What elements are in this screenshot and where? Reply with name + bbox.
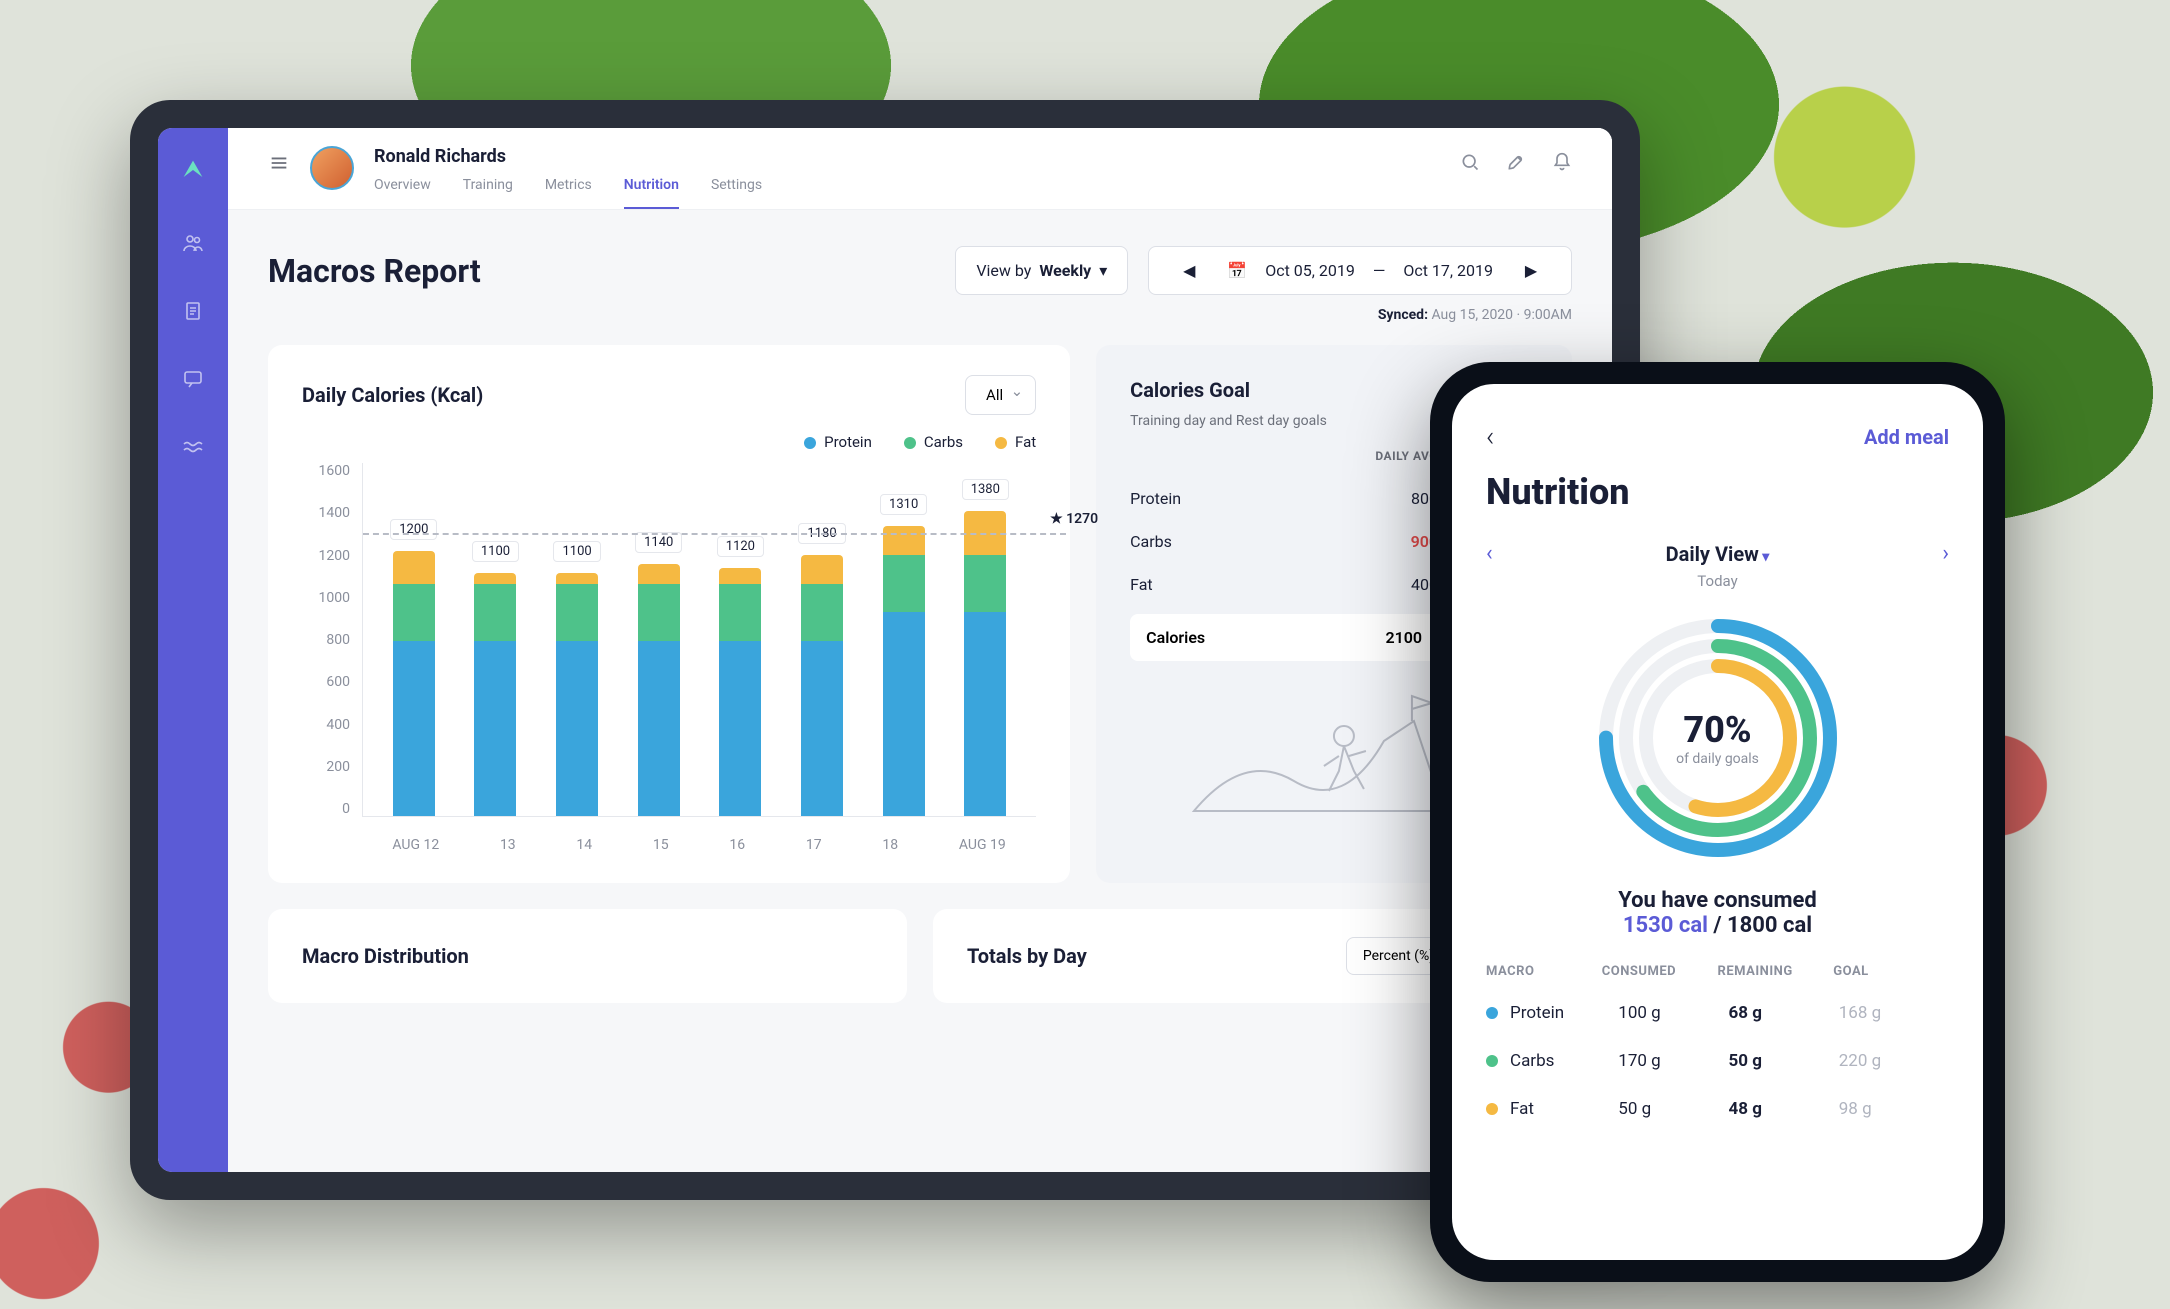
progress-ring: 70% of daily goals [1588, 608, 1848, 868]
app-logo-icon [179, 156, 207, 188]
date-range-picker[interactable]: ◀ 📅 Oct 05, 2019 — Oct 17, 2019 ▶ [1148, 246, 1572, 295]
macro-distribution-card: Macro Distribution [268, 909, 907, 1003]
col-macro: MACRO [1486, 964, 1602, 979]
macro-row: Protein100 g68 g168 g [1486, 989, 1949, 1037]
bell-icon[interactable] [1552, 152, 1572, 176]
goal-head-avg: DAILY AVG [1338, 449, 1438, 463]
calendar-icon: 📅 [1227, 261, 1247, 280]
tablet-device: Ronald Richards Overview Training Metric… [130, 100, 1640, 1200]
view-by-value: Weekly [1039, 261, 1091, 280]
legend-fat: Fat [995, 433, 1036, 451]
view-by-select[interactable]: View by Weekly ▾ [955, 246, 1128, 295]
daily-calories-card: Daily Calories (Kcal) All Protein Carbs … [268, 345, 1070, 883]
phone-device: ‹ Add meal Nutrition ‹ Daily View › Toda… [1430, 362, 2005, 1282]
waves-icon[interactable] [180, 434, 206, 460]
totals-title: Totals by Day [967, 944, 1346, 968]
view-prev-icon[interactable]: ‹ [1486, 541, 1493, 566]
chevron-down-icon: ▾ [1099, 261, 1107, 280]
tab-settings[interactable]: Settings [711, 177, 762, 209]
view-next-icon[interactable]: › [1942, 541, 1949, 566]
ring-percent: 70% [1683, 709, 1751, 751]
clients-icon[interactable] [180, 230, 206, 256]
date-prev-icon[interactable]: ◀ [1169, 261, 1209, 280]
date-to: Oct 17, 2019 [1403, 261, 1493, 280]
tab-training[interactable]: Training [463, 177, 513, 209]
date-next-icon[interactable]: ▶ [1511, 261, 1551, 280]
tab-overview[interactable]: Overview [374, 177, 431, 209]
macro-row: Fat50 g48 g98 g [1486, 1085, 1949, 1133]
menu-icon[interactable] [268, 152, 290, 178]
macro-row: Carbs170 g50 g220 g [1486, 1037, 1949, 1085]
tabs: Overview Training Metrics Nutrition Sett… [374, 177, 1440, 209]
topbar: Ronald Richards Overview Training Metric… [228, 128, 1612, 210]
phone-page-title: Nutrition [1486, 471, 1949, 513]
view-subtitle: Today [1486, 572, 1949, 590]
tab-nutrition[interactable]: Nutrition [624, 177, 679, 209]
user-name: Ronald Richards [374, 146, 1440, 167]
ring-subtitle: of daily goals [1676, 751, 1759, 767]
back-button[interactable]: ‹ [1486, 420, 1494, 453]
legend-protein: Protein [804, 433, 872, 451]
document-icon[interactable] [180, 298, 206, 324]
sidebar [158, 128, 228, 1172]
add-meal-button[interactable]: Add meal [1864, 425, 1949, 449]
chat-icon[interactable] [180, 366, 206, 392]
avatar[interactable] [310, 146, 354, 190]
view-select[interactable]: Daily View [1666, 542, 1770, 566]
col-consumed: CONSUMED [1602, 964, 1718, 979]
macro-table: MACRO CONSUMED REMAINING GOAL Protein100… [1486, 964, 1949, 1133]
legend-carbs: Carbs [904, 433, 963, 451]
consumed-values: 1530 cal / 1800 cal [1486, 913, 1949, 938]
col-remaining: REMAINING [1718, 964, 1834, 979]
col-goal: GOAL [1833, 964, 1949, 979]
date-from: Oct 05, 2019 [1265, 261, 1355, 280]
search-icon[interactable] [1460, 152, 1480, 176]
calories-chart: 16001400120010008006004002000 1200110011… [302, 463, 1036, 853]
synced-text: Synced: Aug 15, 2020 · 9:00AM [268, 307, 1572, 323]
chart-title: Daily Calories (Kcal) [302, 383, 965, 407]
chart-legend: Protein Carbs Fat [302, 433, 1036, 451]
date-sep: — [1373, 261, 1386, 280]
rocket-icon[interactable] [1506, 152, 1526, 176]
page-title: Macros Report [268, 252, 935, 290]
view-by-prefix: View by [976, 261, 1031, 280]
consumed-label: You have consumed [1486, 888, 1949, 913]
macro-dist-title: Macro Distribution [302, 944, 873, 968]
chart-filter-select[interactable]: All [965, 375, 1036, 415]
tab-metrics[interactable]: Metrics [545, 177, 592, 209]
